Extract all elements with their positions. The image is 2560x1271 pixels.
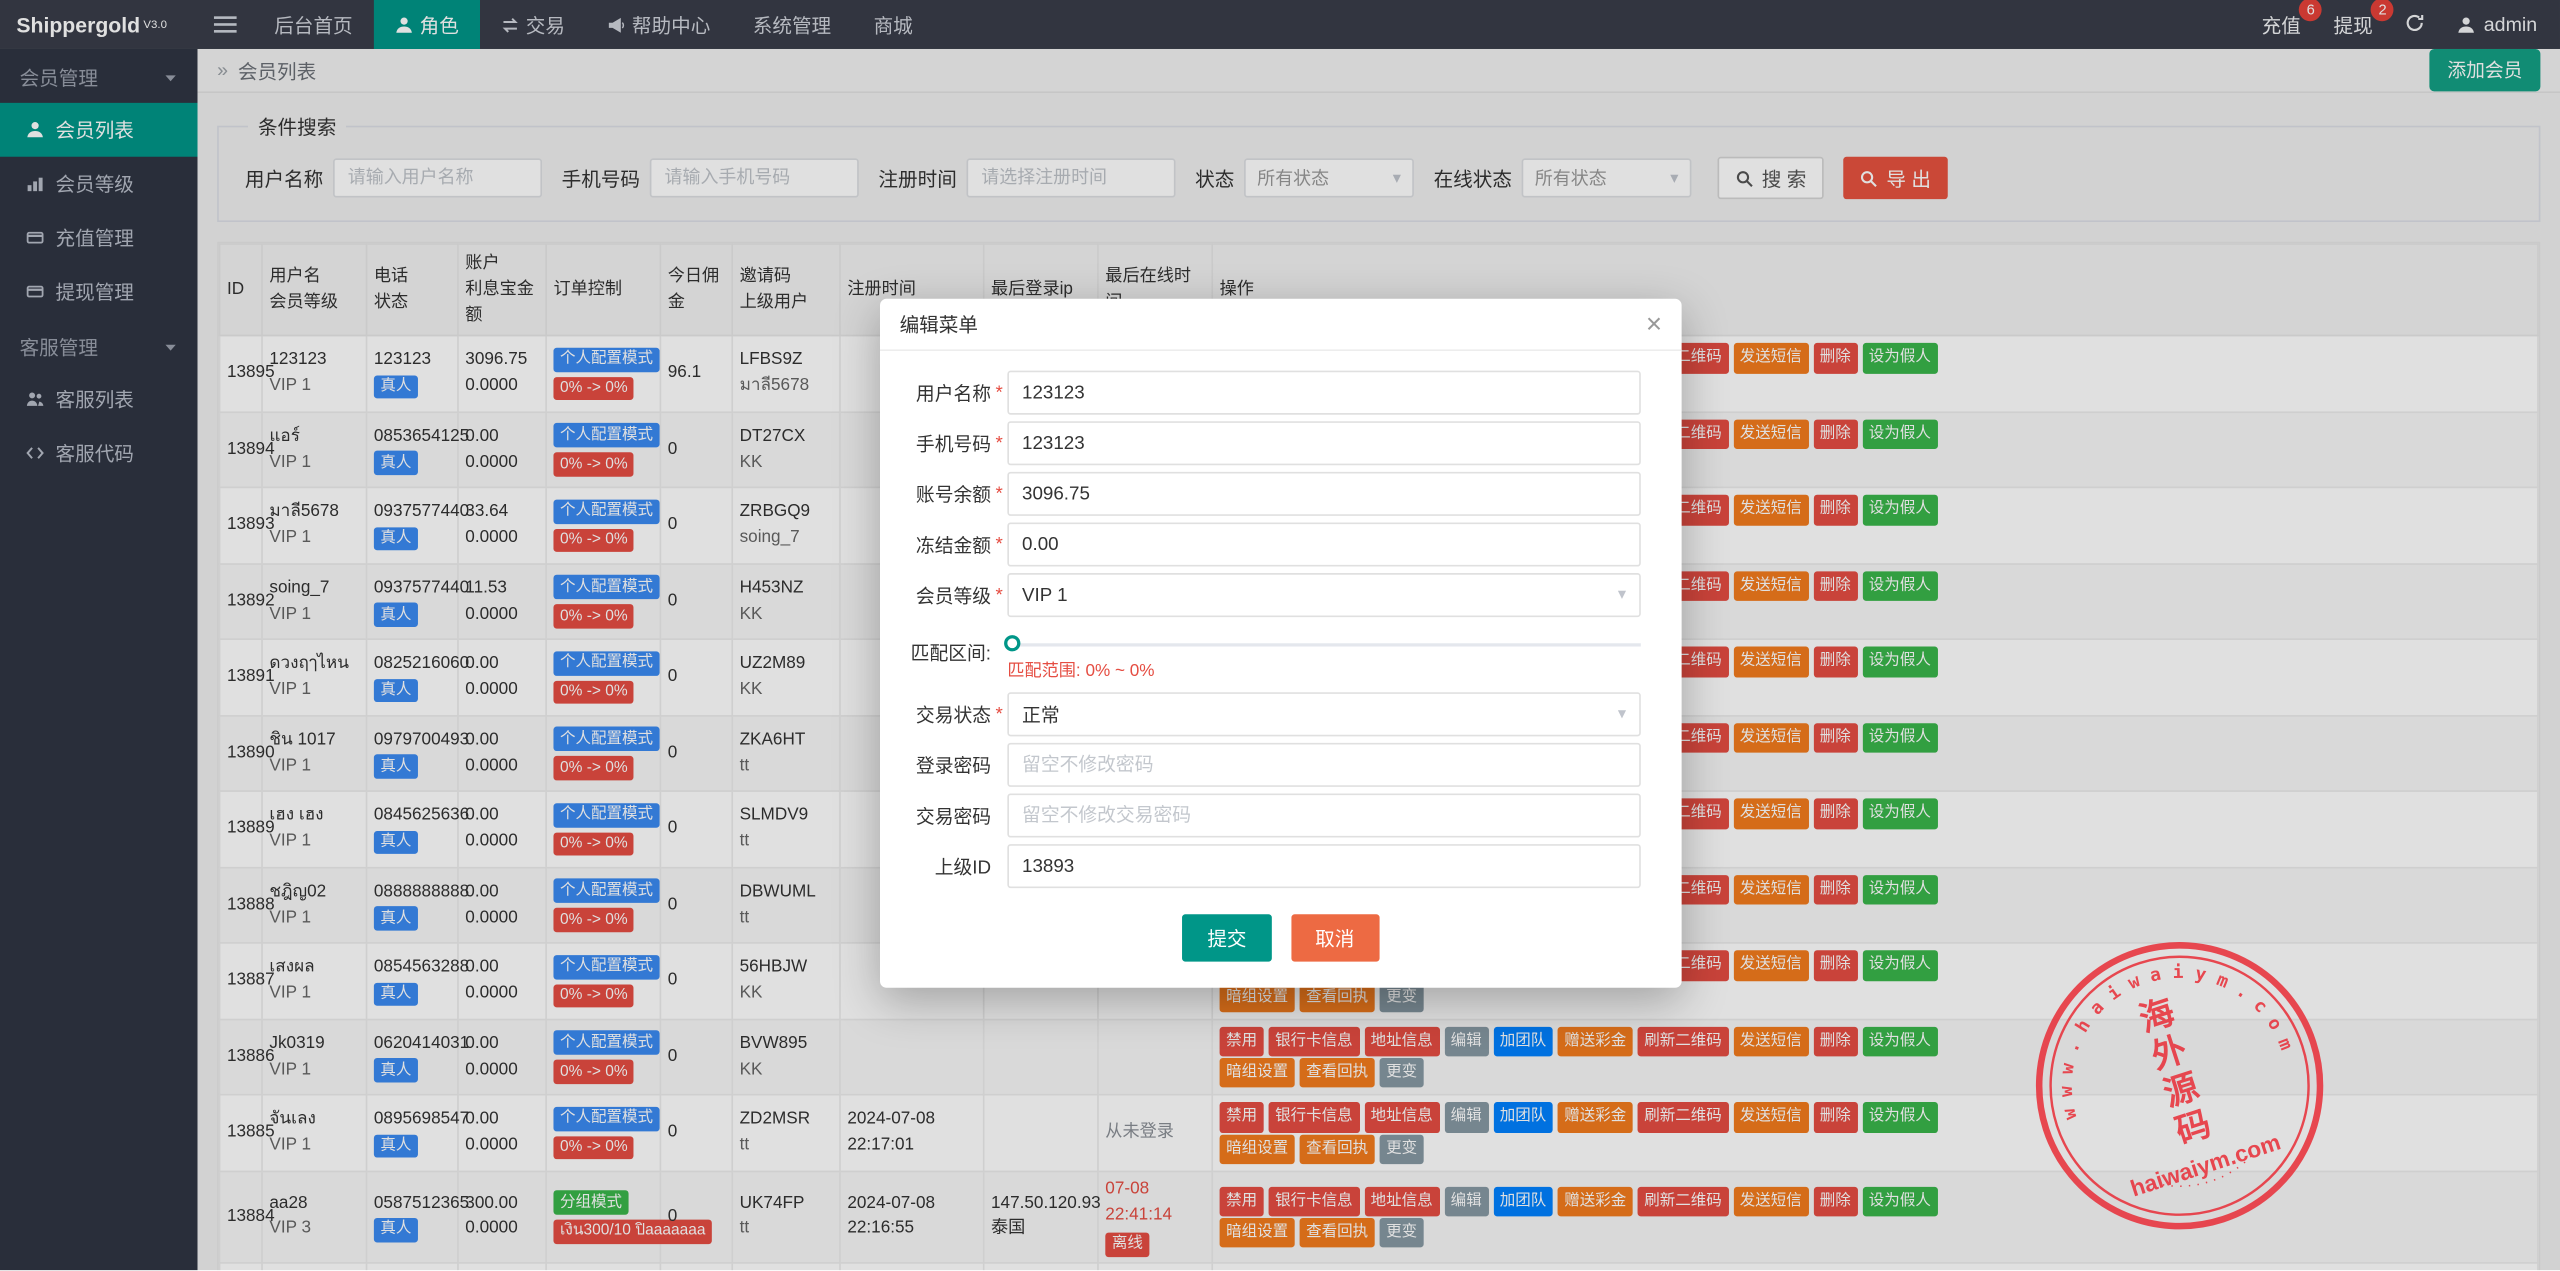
field-label: 会员等级 bbox=[915, 586, 992, 607]
modal-field-trade-status: 交易状态 * 正常 ▾ bbox=[896, 692, 1641, 737]
modal-footer: 提交 取消 bbox=[880, 895, 1682, 988]
viewport: Shippergold V3.0 后台首页 角色 交易 帮助中心 系统管理 商城 充值 6… bbox=[0, 0, 2560, 1271]
close-icon[interactable]: × bbox=[1646, 310, 1662, 338]
modal-field-username: 用户名称 * bbox=[896, 370, 1641, 415]
modal-body: 用户名称* 手机号码* 账号余额* 冻结金额* 会员等级* VIP 1 ▾ bbox=[880, 351, 1682, 889]
modal-field-range: 匹配区间: 匹配范围: 0% ~ 0% bbox=[896, 624, 1641, 683]
required-star: * bbox=[995, 704, 1003, 725]
submit-button[interactable]: 提交 bbox=[1182, 914, 1272, 962]
field-label: 账号余额 bbox=[915, 485, 992, 506]
modal-field-balance: 账号余额 * bbox=[896, 471, 1641, 516]
chevron-down-icon: ▾ bbox=[1617, 586, 1627, 605]
modal-trade-status-select[interactable]: 正常 ▾ bbox=[1007, 692, 1641, 737]
modal-field-login-pwd: 登录密码 bbox=[896, 742, 1641, 787]
field-label: 交易状态 bbox=[915, 706, 992, 726]
required-star: * bbox=[995, 585, 1003, 605]
modal-trade-status-value: 正常 bbox=[1022, 706, 1060, 726]
modal-header: 编辑菜单 × bbox=[879, 299, 1682, 352]
app: Shippergold V3.0 后台首页 角色 交易 帮助中心 系统管理 商城 充值 6… bbox=[0, 0, 2560, 1271]
range-slider-handle[interactable] bbox=[1004, 635, 1021, 652]
required-star: * bbox=[995, 382, 1003, 403]
field-label: 冻结金额 bbox=[915, 536, 992, 556]
modal-field-trade-pwd: 交易密码 bbox=[896, 793, 1641, 838]
modal-balance-input[interactable] bbox=[1007, 471, 1641, 516]
required-star: * bbox=[995, 484, 1003, 504]
field-label: 登录密码 bbox=[915, 756, 992, 777]
field-label: 匹配区间: bbox=[910, 644, 992, 665]
modal-field-frozen: 冻结金额 * bbox=[896, 522, 1641, 567]
required-star: * bbox=[995, 534, 1003, 555]
range-slider-track[interactable] bbox=[1004, 635, 1641, 652]
cancel-button[interactable]: 取消 bbox=[1290, 914, 1379, 962]
modal-parent-id-input[interactable] bbox=[1007, 844, 1641, 889]
modal-field-parent-id: 上级ID bbox=[896, 844, 1641, 889]
field-label: 交易密码 bbox=[915, 807, 992, 827]
field-label: 手机号码 bbox=[915, 435, 992, 455]
edit-member-modal: 编辑菜单 × 用户名称* 手机号码* 账号余额* 冻结金额* 会员等级* bbox=[879, 298, 1682, 988]
modal-login-pwd-input[interactable] bbox=[1007, 742, 1641, 787]
modal-level-value: VIP 1 bbox=[1022, 585, 1068, 605]
modal-username-input[interactable] bbox=[1007, 370, 1641, 415]
required-star: * bbox=[995, 433, 1003, 454]
field-label: 用户名称 bbox=[915, 384, 992, 405]
modal-title: 编辑菜单 bbox=[899, 313, 978, 337]
modal-field-phone: 手机号码 * bbox=[896, 421, 1641, 466]
range-hint: 匹配范围: 0% ~ 0% bbox=[1007, 661, 1155, 681]
modal-field-level: 会员等级 * VIP 1 ▾ bbox=[896, 573, 1641, 618]
range-slider-zone: 匹配范围: 0% ~ 0% bbox=[1004, 624, 1641, 683]
chevron-down-icon: ▾ bbox=[1617, 705, 1627, 724]
field-label: 上级ID bbox=[934, 857, 992, 878]
modal-trade-pwd-input[interactable] bbox=[1007, 793, 1641, 838]
modal-frozen-input[interactable] bbox=[1007, 522, 1641, 567]
modal-level-select[interactable]: VIP 1 ▾ bbox=[1007, 573, 1641, 618]
modal-phone-input[interactable] bbox=[1007, 421, 1641, 466]
